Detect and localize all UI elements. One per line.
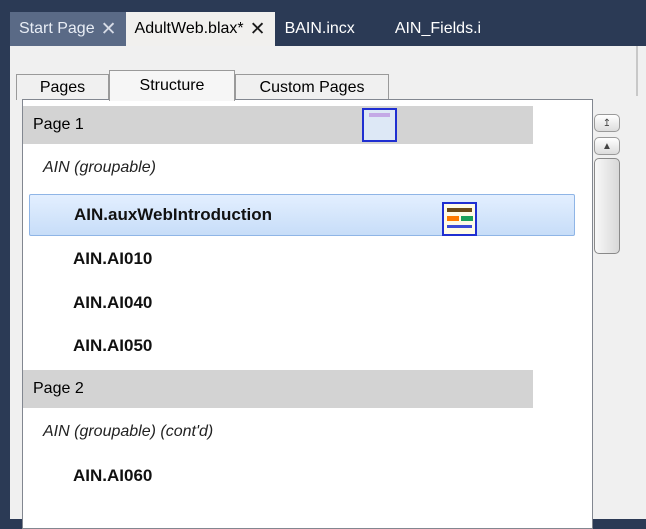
list-item[interactable]: AIN.AI040 — [73, 284, 152, 322]
scrollbar-thumb[interactable] — [594, 158, 620, 254]
list-item[interactable]: AIN.AI060 — [73, 457, 152, 495]
list-item[interactable]: AIN.AI050 — [73, 327, 152, 365]
close-icon[interactable]: ✕ — [250, 20, 266, 39]
document-tab-strip: Start Page ✕ AdultWeb.blax* ✕ BAIN.incx … — [10, 12, 646, 46]
tab-structure[interactable]: Structure — [109, 70, 235, 101]
tab-pages[interactable]: Pages — [16, 74, 109, 100]
structure-panel: Pages Structure Custom Pages Page 1 AIN … — [10, 46, 646, 529]
page-header[interactable]: Page 2 — [23, 370, 533, 408]
tab-label: AIN_Fields.i — [394, 20, 482, 37]
tab-label: Start Page — [19, 20, 95, 37]
page-thumbnail-icon[interactable] — [442, 202, 477, 236]
page-header[interactable]: Page 1 — [23, 106, 533, 144]
tab-bain[interactable]: BAIN.incx — [275, 12, 395, 46]
structure-list[interactable]: Page 1 AIN (groupable) AIN.auxWebIntrodu… — [22, 99, 593, 529]
tab-ain-fields[interactable]: AIN_Fields.i — [395, 12, 490, 46]
close-icon[interactable]: ✕ — [101, 20, 117, 39]
group-label[interactable]: AIN (groupable) — [43, 149, 156, 187]
vertical-scrollbar[interactable]: ↥ ▲ — [590, 106, 624, 306]
page-title: Page 2 — [33, 380, 84, 397]
group-label[interactable]: AIN (groupable) (cont'd) — [43, 413, 213, 451]
page-title: Page 1 — [33, 116, 84, 133]
scroll-up-icon[interactable]: ▲ — [594, 137, 620, 155]
panel-edge — [636, 46, 638, 96]
page-thumbnail-icon[interactable] — [362, 108, 397, 142]
tab-start-page[interactable]: Start Page ✕ — [10, 12, 126, 46]
scroll-top-icon[interactable]: ↥ — [594, 114, 620, 132]
tab-adultweb[interactable]: AdultWeb.blax* ✕ — [125, 12, 275, 46]
tab-custom-pages[interactable]: Custom Pages — [235, 74, 389, 100]
list-item[interactable]: AIN.AI010 — [73, 240, 152, 278]
tab-label: BAIN.incx — [284, 20, 355, 37]
item-label: AIN.auxWebIntroduction — [74, 205, 273, 224]
tab-label: AdultWeb.blax* — [134, 20, 244, 37]
list-item-selected[interactable]: AIN.auxWebIntroduction — [29, 194, 575, 236]
